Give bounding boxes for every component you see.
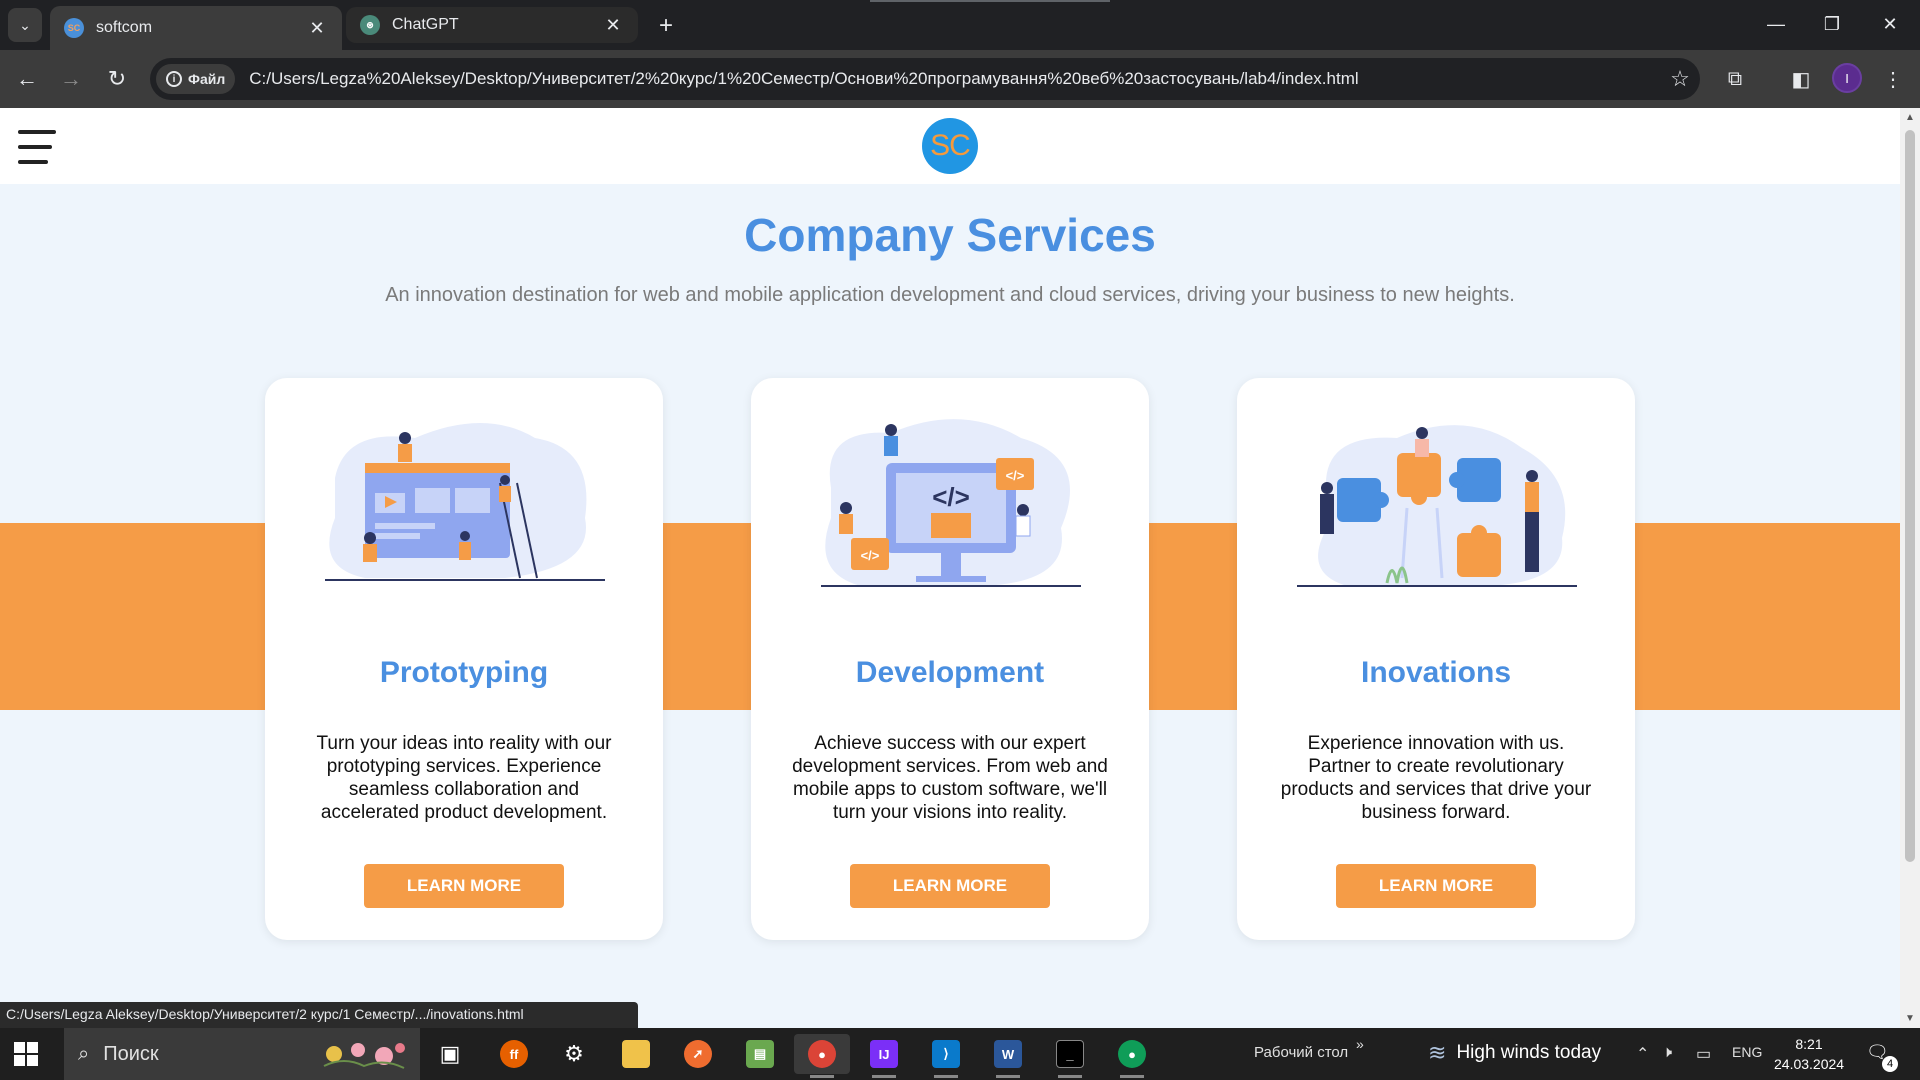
- terminal-icon[interactable]: _: [1042, 1034, 1098, 1078]
- window-drag-strip: [870, 0, 1110, 2]
- firefox-icon[interactable]: ff: [486, 1034, 542, 1074]
- extensions-puzzle-icon[interactable]: ⧉: [1718, 62, 1752, 96]
- prototyping-illustration: [325, 423, 605, 581]
- wind-icon: ≋: [1428, 1040, 1447, 1065]
- site-logo[interactable]: SC: [922, 118, 978, 174]
- weather-text: High winds today: [1456, 1042, 1602, 1063]
- windows-start-icon[interactable]: [14, 1042, 38, 1066]
- word-icon[interactable]: W: [980, 1034, 1036, 1078]
- search-icon: ⌕: [78, 1042, 90, 1065]
- card-description: Achieve success with our expert developm…: [792, 733, 1108, 823]
- softcom-favicon-icon: SC: [64, 18, 84, 38]
- photo-app-icon[interactable]: ▤: [732, 1034, 788, 1074]
- close-tab-icon[interactable]: ✕: [602, 15, 624, 36]
- postman-icon[interactable]: ➚: [670, 1034, 726, 1074]
- card-description: Turn your ideas into reality with our pr…: [316, 733, 612, 823]
- tab-title: softcom: [96, 19, 153, 36]
- info-icon: i: [166, 71, 182, 87]
- service-card-innovations: Inovations Experience innovation with us…: [1237, 378, 1635, 940]
- chrome-profile-icon[interactable]: ●: [1104, 1034, 1160, 1078]
- desktop-toolbar-label[interactable]: Рабочий стол: [1254, 1044, 1348, 1061]
- card-title: Inovations: [1360, 656, 1511, 689]
- service-card-prototyping: Prototyping Turn your ideas into reality…: [265, 378, 663, 940]
- search-placeholder: Поиск: [103, 1042, 159, 1065]
- card-title: Development: [855, 656, 1045, 689]
- learn-more-button[interactable]: LEARN MORE: [850, 864, 1050, 908]
- page-viewport: SC Company Services An innovation destin…: [0, 108, 1900, 1028]
- bookmark-star-icon[interactable]: ☆: [1660, 66, 1700, 92]
- new-tab-plus-icon[interactable]: +: [652, 12, 680, 40]
- forward-arrow-icon[interactable]: →: [54, 62, 88, 96]
- menu-kebab-icon[interactable]: ⋮: [1876, 62, 1910, 96]
- intellij-icon[interactable]: IJ: [856, 1034, 912, 1078]
- notifications-icon[interactable]: 🗨 4: [1866, 1042, 1898, 1072]
- svg-text:</>: </>: [1006, 468, 1025, 483]
- page-title: Company Services: [744, 209, 1156, 261]
- clock-date: 24.03.2024: [1774, 1056, 1845, 1072]
- tab-softcom[interactable]: SC softcom ✕: [50, 6, 342, 50]
- settings-gear-icon[interactable]: ⚙: [546, 1034, 602, 1074]
- clock-time: 8:21: [1795, 1036, 1823, 1052]
- restore-icon[interactable]: ❐: [1804, 0, 1860, 48]
- browser-toolbar: ← → ↻ i Файл C:/Users/Legza%20Aleksey/De…: [0, 50, 1920, 108]
- close-window-icon[interactable]: ✕: [1862, 0, 1918, 48]
- svg-text:</>: </>: [932, 482, 970, 512]
- chatgpt-favicon-icon: ⊛: [360, 15, 380, 35]
- page-subtitle: An innovation destination for web and mo…: [385, 284, 1515, 306]
- close-tab-icon[interactable]: ✕: [306, 18, 328, 39]
- browser-tab-bar: ⌄ SC softcom ✕ ⊛ ChatGPT ✕ + — ❐ ✕: [0, 0, 1920, 50]
- tray-chevron-up-icon[interactable]: ⌃: [1636, 1044, 1649, 1064]
- learn-more-button[interactable]: LEARN MORE: [1336, 864, 1536, 908]
- card-description: Experience innovation with us. Partner t…: [1280, 733, 1592, 823]
- page-scrollbar[interactable]: ▲ ▼: [1900, 108, 1920, 1028]
- vscode-icon[interactable]: ⟩: [918, 1034, 974, 1078]
- language-indicator[interactable]: ENG: [1732, 1044, 1762, 1060]
- url-text[interactable]: C:/Users/Legza%20Aleksey/Desktop/Универс…: [249, 69, 1660, 89]
- battery-icon[interactable]: ▭: [1696, 1044, 1711, 1064]
- task-view-icon[interactable]: ▣: [422, 1034, 478, 1074]
- scroll-down-arrow-icon[interactable]: ▼: [1904, 1013, 1916, 1024]
- development-illustration: </> </> </>: [821, 419, 1081, 587]
- site-chip-label: Файл: [188, 71, 226, 87]
- desktop-expand-icon[interactable]: »: [1356, 1036, 1364, 1052]
- weather-widget[interactable]: ≋ High winds today: [1428, 1040, 1601, 1066]
- profile-avatar[interactable]: I: [1832, 63, 1862, 93]
- scrollbar-thumb[interactable]: [1905, 130, 1915, 862]
- svg-text:</>: </>: [861, 548, 880, 563]
- side-panel-icon[interactable]: ◧: [1784, 62, 1818, 96]
- minimize-icon[interactable]: —: [1748, 0, 1804, 48]
- chrome-taskbar-icon[interactable]: ●: [794, 1034, 850, 1078]
- tab-title: ChatGPT: [392, 16, 459, 33]
- site-header: SC: [0, 108, 1900, 184]
- address-bar[interactable]: i Файл C:/Users/Legza%20Aleksey/Desktop/…: [150, 58, 1700, 100]
- card-title: Prototyping: [379, 656, 549, 689]
- service-card-development: </> </> </> Development Achieve success …: [751, 378, 1149, 940]
- back-arrow-icon[interactable]: ←: [10, 62, 44, 96]
- site-info-chip[interactable]: i Файл: [156, 64, 236, 94]
- search-highlight-flowers-icon: [323, 1043, 405, 1069]
- system-clock[interactable]: 8:21 24.03.2024: [1774, 1034, 1844, 1074]
- link-status-url: C:/Users/Legza Aleksey/Desktop/Университ…: [0, 1002, 638, 1028]
- tab-search-chevron-icon[interactable]: ⌄: [8, 8, 42, 42]
- notification-count-badge: 4: [1882, 1056, 1898, 1072]
- tab-chatgpt[interactable]: ⊛ ChatGPT ✕: [346, 7, 638, 43]
- file-explorer-icon[interactable]: [608, 1034, 664, 1074]
- taskbar-search-box[interactable]: ⌕ Поиск: [64, 1028, 420, 1080]
- learn-more-button[interactable]: LEARN MORE: [364, 864, 564, 908]
- volume-icon[interactable]: 🕨: [1662, 1044, 1672, 1062]
- scroll-up-arrow-icon[interactable]: ▲: [1904, 112, 1916, 123]
- innovations-illustration: [1297, 425, 1577, 587]
- hamburger-menu-icon[interactable]: [18, 130, 56, 164]
- windows-taskbar: ⌕ Поиск ▣ ff ⚙ ➚ ▤ ● IJ ⟩ W _ ● Рабочий …: [0, 1028, 1920, 1080]
- reload-icon[interactable]: ↻: [100, 62, 134, 96]
